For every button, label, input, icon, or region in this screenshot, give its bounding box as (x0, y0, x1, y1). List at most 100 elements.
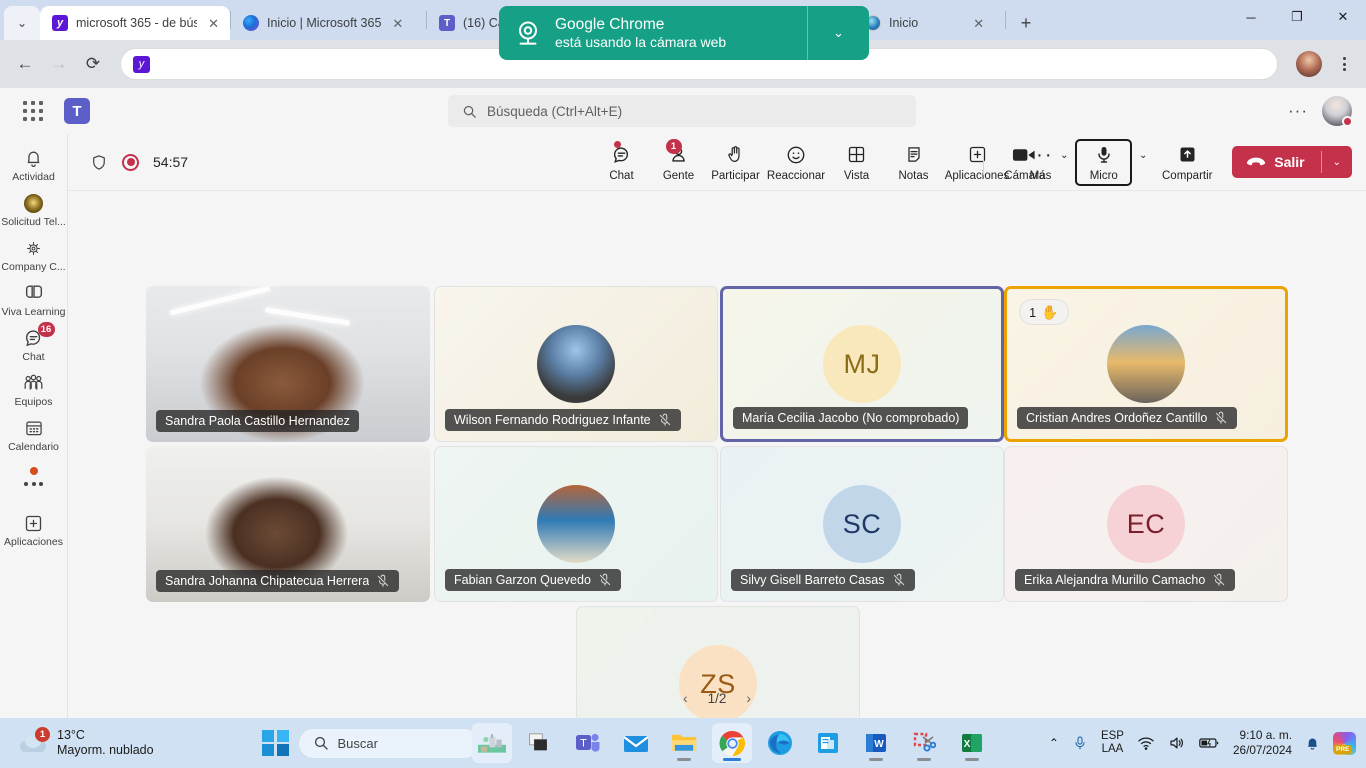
windows-start-icon[interactable] (262, 730, 289, 757)
app-running-indicator (723, 758, 741, 761)
participant-tile[interactable]: Wilson Fernando Rodriguez Infante (434, 286, 718, 442)
tray-expand-chevron-icon[interactable]: ⌃ (1049, 736, 1059, 750)
file-explorer-icon[interactable] (664, 723, 704, 763)
microphone-icon[interactable] (1072, 734, 1088, 752)
sidebar-item-viva-learning[interactable]: Viva Learning (0, 277, 68, 322)
sidebar-item-equipos[interactable]: Equipos (0, 367, 68, 412)
user-avatar[interactable] (1322, 96, 1352, 126)
new-tab-button[interactable]: + (1012, 9, 1040, 37)
participant-name: Wilson Fernando Rodriguez Infante (454, 413, 651, 427)
mic-muted-icon (1214, 411, 1228, 425)
svg-text:X: X (964, 739, 971, 750)
control-gente[interactable]: 1 Gente (650, 143, 707, 182)
company-icon (25, 237, 42, 259)
control-compartir[interactable]: Compartir (1154, 143, 1220, 182)
mail-icon[interactable] (616, 723, 656, 763)
participant-tile[interactable]: MJ María Cecilia Jacobo (No comprobado) (720, 286, 1004, 442)
leave-main[interactable]: Salir (1232, 154, 1320, 170)
avatar-initials: SC (843, 509, 882, 540)
pager-prev-icon[interactable]: ‹ (683, 690, 688, 706)
control-micro[interactable]: Micro (1075, 139, 1132, 186)
word-icon[interactable]: W (856, 723, 896, 763)
back-button[interactable]: ← (10, 49, 40, 79)
tab-close-icon[interactable]: ✕ (205, 17, 222, 30)
taskbar-clock[interactable]: 9:10 a. m. 26/07/2024 (1233, 728, 1292, 757)
taskbar-search-input[interactable]: Buscar (298, 728, 480, 759)
battery-icon[interactable] (1199, 736, 1220, 750)
control-chat[interactable]: Chat (593, 143, 650, 182)
sidebar-item-company-c[interactable]: Company C... (0, 232, 68, 277)
participant-tile[interactable]: Sandra Johanna Chipatecua Herrera (146, 446, 430, 602)
excel-icon[interactable]: X (952, 723, 992, 763)
reload-icon[interactable]: ⟳ (78, 49, 108, 79)
sidebar-item-calendario[interactable]: Calendario (0, 412, 68, 457)
camera-in-use-notification[interactable]: Google Chrome está usando la cámara web … (499, 6, 869, 60)
close-window-button[interactable]: ✕ (1320, 0, 1366, 34)
camera-chevron-down-icon[interactable]: ⌄ (1055, 150, 1073, 175)
sidebar-item-chat[interactable]: 16 Chat (0, 322, 68, 367)
mic-muted-icon (1212, 573, 1226, 587)
copilot-icon[interactable]: PRE (1333, 732, 1356, 755)
control-reaccionar[interactable]: Reaccionar (764, 143, 828, 182)
wifi-icon[interactable] (1137, 735, 1155, 751)
browser-tab-1[interactable]: microsoft 365 - de búsqueda ✕ (40, 6, 230, 40)
remote-desktop-icon[interactable] (808, 723, 848, 763)
teams-search-input[interactable]: Búsqueda (Ctrl+Alt+E) (448, 95, 916, 127)
browser-tab-5[interactable]: Inicio ✕ (853, 6, 1005, 40)
control-label: Reaccionar (767, 170, 825, 182)
sidebar-item-more[interactable] (0, 457, 68, 490)
bell-icon[interactable] (1305, 735, 1320, 752)
control-participar[interactable]: Participar (707, 143, 764, 182)
raise-hand-icon: ✋ (1041, 304, 1058, 321)
minimize-button[interactable]: ─ (1228, 0, 1274, 34)
teams-header-right: ··· (1288, 88, 1352, 134)
bell-icon (23, 147, 44, 169)
apps-plus-icon (23, 512, 44, 534)
maximize-button[interactable]: ❐ (1274, 0, 1320, 34)
participant-tile[interactable]: Sandra Paola Castillo Hernandez (146, 286, 430, 442)
shield-icon[interactable] (90, 153, 108, 172)
snipping-tool-icon[interactable] (904, 723, 944, 763)
widgets-icon[interactable] (472, 723, 512, 763)
weather-temperature: 13°C (57, 728, 154, 743)
control-label: Gente (663, 170, 694, 182)
language-indicator[interactable]: ESP LAA (1101, 730, 1124, 756)
speaker-icon[interactable] (1168, 735, 1186, 751)
control-camara[interactable]: Cámara (996, 143, 1053, 182)
chrome-profile-avatar[interactable] (1296, 51, 1322, 77)
tab-close-icon[interactable]: ✕ (970, 17, 987, 30)
pager-next-icon[interactable]: › (746, 690, 751, 706)
task-view-icon[interactable] (520, 723, 560, 763)
control-label: Participar (711, 170, 760, 182)
control-vista[interactable]: Vista (828, 143, 885, 182)
app-launcher-icon[interactable] (18, 101, 48, 121)
leave-chevron-down-icon[interactable]: ⌄ (1322, 157, 1352, 168)
leave-meeting-button[interactable]: Salir ⌄ (1232, 146, 1352, 178)
teams-icon[interactable]: T (568, 723, 608, 763)
sidebar-item-actividad[interactable]: Actividad (0, 142, 68, 187)
participant-tile[interactable]: 1 ✋ Cristian Andres Ordoñez Cantillo (1004, 286, 1288, 442)
participant-tile[interactable]: Fabian Garzon Quevedo (434, 446, 718, 602)
tab-close-icon[interactable]: ✕ (389, 17, 406, 30)
taskbar-search-placeholder: Buscar (338, 736, 378, 751)
micro-chevron-down-icon[interactable]: ⌄ (1134, 150, 1152, 175)
mic-muted-icon (892, 573, 906, 587)
forward-button[interactable]: → (44, 49, 74, 79)
control-notas[interactable]: Notas (885, 143, 942, 182)
header-more-icon[interactable]: ··· (1288, 101, 1308, 121)
sidebar-item-solicitud-tel[interactable]: Solicitud Tel... (0, 187, 68, 232)
participant-tile[interactable]: EC Erika Alejandra Murillo Camacho (1004, 446, 1288, 602)
tab-search-chevron-icon[interactable]: ⌄ (4, 6, 40, 40)
browser-tab-2[interactable]: Inicio | Microsoft 365 ✕ (231, 6, 426, 40)
participant-tile[interactable]: SC Silvy Gisell Barreto Casas (720, 446, 1004, 602)
meeting-status: 54:57 (90, 153, 188, 172)
control-label: Chat (609, 170, 633, 182)
meeting-stage: Sandra Paola Castillo Hernandez Wilson F… (68, 192, 1366, 718)
notification-chevron-down-icon[interactable]: ⌄ (807, 6, 869, 60)
browser-tab-title: Inicio | Microsoft 365 (267, 16, 381, 30)
edge-icon[interactable] (760, 723, 800, 763)
sidebar-item-aplicaciones[interactable]: Aplicaciones (0, 490, 68, 552)
taskbar-weather-widget[interactable]: 1 13°C Mayorm. nublado (18, 728, 154, 758)
chrome-menu-icon[interactable] (1332, 57, 1356, 71)
chrome-icon[interactable] (712, 723, 752, 763)
